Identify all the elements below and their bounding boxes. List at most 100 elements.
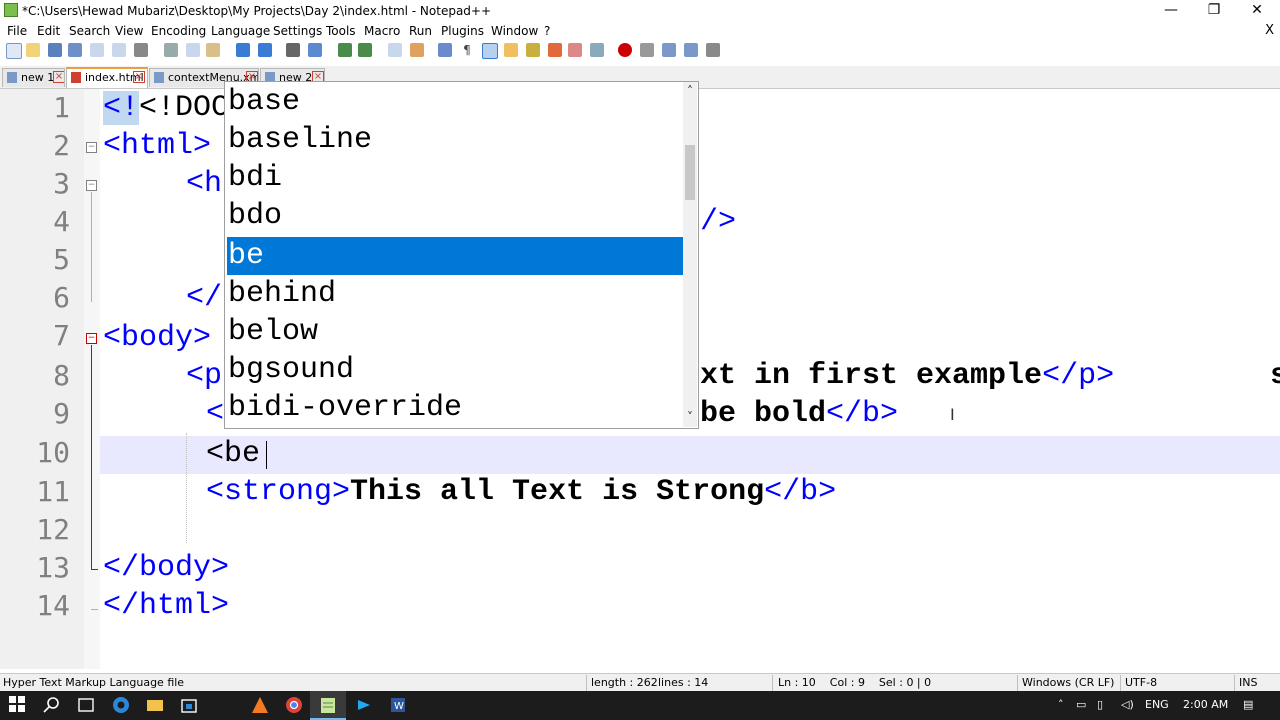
menu-macro[interactable]: Macro <box>364 24 400 38</box>
menu-search[interactable]: Search <box>69 24 110 38</box>
network-icon[interactable]: ▭ <box>1076 698 1086 711</box>
task-view-icon[interactable] <box>76 695 96 715</box>
autocomplete-item[interactable]: bdo <box>227 197 684 235</box>
user-language-icon[interactable] <box>504 43 518 57</box>
autocomplete-scrollbar[interactable] <box>683 82 697 427</box>
replace-icon[interactable] <box>308 43 322 57</box>
input-language[interactable]: ENG <box>1145 698 1169 711</box>
fold-toggle-icon[interactable]: − <box>86 180 97 191</box>
undo-icon[interactable] <box>236 43 250 57</box>
file-icon <box>7 72 17 83</box>
redo-icon[interactable] <box>258 43 272 57</box>
save-icon[interactable] <box>48 43 62 57</box>
menu-tools[interactable]: Tools <box>326 24 356 38</box>
document-map-icon[interactable] <box>526 43 540 57</box>
tab-label: new 1 <box>21 71 55 84</box>
fold-toggle-icon[interactable]: − <box>86 333 97 344</box>
menu-encoding[interactable]: Encoding <box>151 24 206 38</box>
autocomplete-item[interactable]: baseline <box>227 121 684 159</box>
indent-guide-icon[interactable] <box>482 43 498 59</box>
restore-button[interactable]: ❐ <box>1191 0 1237 22</box>
cut-icon[interactable] <box>164 43 178 57</box>
fold-toggle-icon[interactable]: − <box>86 142 97 153</box>
code-line-10[interactable]: <be <box>206 435 260 473</box>
autocomplete-item[interactable]: behind <box>227 275 684 313</box>
tab-new-1[interactable]: new 1 × <box>2 68 65 87</box>
power-icon[interactable]: ▯ <box>1097 698 1103 711</box>
tray-chevron-icon[interactable]: ˄ <box>1058 698 1064 711</box>
save-all-icon[interactable] <box>68 43 82 57</box>
notifications-icon[interactable]: ▤ <box>1243 698 1253 711</box>
function-list-icon[interactable] <box>548 43 562 57</box>
new-file-icon[interactable] <box>6 43 22 59</box>
scroll-up-arrow-icon[interactable]: ˄ <box>684 84 696 98</box>
menu-settings[interactable]: Settings <box>273 24 322 38</box>
chrome-icon[interactable] <box>284 695 304 715</box>
tab-close-icon[interactable]: × <box>53 71 64 83</box>
menu-language[interactable]: Language <box>211 24 270 38</box>
autocomplete-scroll-thumb[interactable] <box>685 145 695 200</box>
print-icon[interactable] <box>134 43 148 57</box>
menu-view[interactable]: View <box>115 24 143 38</box>
word-wrap-icon[interactable] <box>438 43 452 57</box>
clock-time[interactable]: 2:00 AM <box>1183 698 1228 711</box>
word-icon[interactable]: W <box>388 695 408 715</box>
stop-macro-icon[interactable] <box>640 43 654 57</box>
zoom-in-icon[interactable] <box>338 43 352 57</box>
play-macro-multiple-icon[interactable] <box>684 43 698 57</box>
notepadpp-taskbar-button[interactable] <box>310 691 346 720</box>
fold-line <box>91 569 98 570</box>
code-line-8-far: s <box>1270 359 1280 393</box>
copy-icon[interactable] <box>186 43 200 57</box>
sync-vertical-icon[interactable] <box>388 43 402 57</box>
file-explorer-icon[interactable] <box>145 695 165 715</box>
paste-icon[interactable] <box>206 43 220 57</box>
notepadpp-app-icon <box>4 3 18 17</box>
menu-plugins[interactable]: Plugins <box>441 24 484 38</box>
code-line-8-head: <p <box>186 359 223 393</box>
menu-run[interactable]: Run <box>409 24 432 38</box>
show-all-characters-icon[interactable]: ¶ <box>460 43 474 57</box>
record-macro-icon[interactable] <box>618 43 632 57</box>
tab-index-html[interactable]: index.html × <box>66 67 148 88</box>
b-close-tag: </b> <box>826 397 899 431</box>
save-macro-icon[interactable] <box>706 43 720 57</box>
autocomplete-item[interactable]: bgsound <box>227 351 684 389</box>
scroll-down-arrow-icon[interactable]: ˅ <box>684 410 696 424</box>
menu-bar: File Edit Search View Encoding Language … <box>0 22 1280 40</box>
close-button[interactable]: ✕ <box>1234 0 1280 22</box>
autocomplete-item[interactable]: bdi <box>227 159 684 197</box>
find-icon[interactable] <box>286 43 300 57</box>
play-macro-icon[interactable] <box>662 43 676 57</box>
start-windows-icon[interactable] <box>8 695 28 715</box>
autocomplete-popup[interactable]: base baseline bdi bdo be behind below bg… <box>224 81 699 429</box>
app-icon[interactable] <box>250 695 270 715</box>
zoom-out-icon[interactable] <box>358 43 372 57</box>
edge-browser-icon[interactable] <box>111 695 131 715</box>
menu-help[interactable]: ? <box>544 24 550 38</box>
close-file-icon[interactable] <box>90 43 104 57</box>
store-icon[interactable] <box>179 695 199 715</box>
menu-edit[interactable]: Edit <box>37 24 60 38</box>
menu-window[interactable]: Window <box>491 24 538 38</box>
sync-horizontal-icon[interactable] <box>410 43 424 57</box>
autocomplete-item[interactable]: bidi-override <box>227 389 684 427</box>
autocomplete-item-selected[interactable]: be <box>227 237 684 275</box>
autocomplete-item[interactable]: below <box>227 313 684 351</box>
close-all-icon[interactable] <box>112 43 126 57</box>
folder-workspace-icon[interactable] <box>568 43 582 57</box>
minimize-button[interactable]: — <box>1148 0 1194 22</box>
monitoring-icon[interactable] <box>590 43 604 57</box>
visual-studio-code-icon[interactable] <box>354 695 374 715</box>
tab-close-icon[interactable]: × <box>133 71 145 83</box>
line-number-gutter: 1 2 3 4 5 6 7 8 9 10 11 12 13 14 <box>0 89 84 669</box>
code-line-8: xt in first example</p> <box>700 357 1114 395</box>
line-number: 10 <box>36 436 70 469</box>
menu-file[interactable]: File <box>7 24 27 38</box>
search-icon[interactable] <box>42 695 62 715</box>
strong-open-tag: <strong> <box>206 475 351 509</box>
open-file-icon[interactable] <box>26 43 40 57</box>
close-document-button[interactable]: X <box>1265 23 1274 38</box>
volume-icon[interactable]: ◁) <box>1121 698 1134 711</box>
autocomplete-item[interactable]: base <box>227 83 684 121</box>
